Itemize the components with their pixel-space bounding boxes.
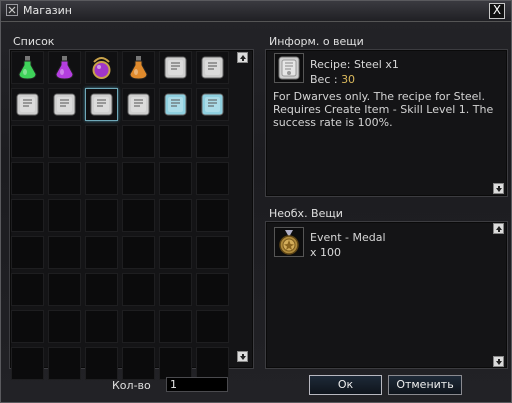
- item-info-label: Информ. о вещи: [269, 35, 364, 48]
- empty-slot: [159, 273, 192, 306]
- recipe-scroll-icon: [53, 93, 76, 116]
- empty-slot: [85, 199, 118, 232]
- empty-slot: [122, 310, 155, 343]
- item-slot[interactable]: [85, 88, 118, 121]
- empty-slot: [11, 310, 44, 343]
- empty-slot: [159, 199, 192, 232]
- purple-potion-icon: [55, 56, 74, 80]
- empty-slot: [159, 310, 192, 343]
- recipe-scroll-icon: [278, 56, 300, 80]
- ok-button[interactable]: Ок: [309, 375, 382, 395]
- empty-slot: [196, 273, 229, 306]
- item-slot[interactable]: [11, 51, 44, 84]
- title-bar[interactable]: Магазин X: [1, 1, 511, 22]
- empty-slot: [48, 310, 81, 343]
- empty-slot: [11, 162, 44, 195]
- empty-slot: [122, 162, 155, 195]
- empty-slot: [196, 162, 229, 195]
- item-slot[interactable]: [196, 88, 229, 121]
- empty-slot: [159, 347, 192, 380]
- shop-window: Магазин X Список Информ. о вещи Recipe: …: [0, 0, 512, 403]
- empty-slot: [85, 310, 118, 343]
- required-scroll-down-button[interactable]: [493, 356, 504, 367]
- required-item-count: x 100: [310, 246, 342, 259]
- empty-slot: [48, 236, 81, 269]
- item-slot[interactable]: [196, 51, 229, 84]
- empty-slot: [48, 273, 81, 306]
- weight-label: Вес :: [310, 73, 342, 86]
- empty-slot: [11, 273, 44, 306]
- close-button[interactable]: X: [489, 3, 505, 19]
- empty-slot: [159, 162, 192, 195]
- item-slot[interactable]: [11, 88, 44, 121]
- empty-slot: [11, 199, 44, 232]
- list-scroll-down-button[interactable]: [237, 351, 248, 362]
- item-slot[interactable]: [122, 88, 155, 121]
- empty-slot: [159, 125, 192, 158]
- selected-item-weight: Вес : 30: [310, 73, 355, 86]
- empty-slot: [85, 236, 118, 269]
- empty-slot: [196, 310, 229, 343]
- blue-recipe-scroll-icon: [164, 93, 187, 116]
- empty-slot: [196, 347, 229, 380]
- recipe-scroll-icon: [201, 56, 224, 79]
- empty-slot: [196, 236, 229, 269]
- quantity-label: Кол-во: [112, 379, 151, 392]
- item-slot[interactable]: [85, 51, 118, 84]
- recipe-scroll-icon: [16, 93, 39, 116]
- empty-slot: [11, 125, 44, 158]
- empty-slot: [122, 125, 155, 158]
- selected-item-icon-box: [274, 53, 304, 83]
- required-items-label: Необх. Вещи: [269, 207, 343, 220]
- item-slot[interactable]: [48, 51, 81, 84]
- quantity-input[interactable]: [166, 377, 228, 392]
- item-slot[interactable]: [48, 88, 81, 121]
- empty-slot: [85, 162, 118, 195]
- window-menu-icon: [6, 4, 18, 16]
- selected-item-name: Recipe: Steel x1: [310, 58, 399, 71]
- empty-slot: [196, 199, 229, 232]
- required-item-icon-box: [274, 227, 304, 257]
- required-item-name: Event - Medal: [310, 231, 386, 244]
- empty-slot: [159, 236, 192, 269]
- recipe-scroll-icon: [164, 56, 187, 79]
- medal-icon: [279, 230, 299, 255]
- empty-slot: [122, 347, 155, 380]
- empty-slot: [48, 199, 81, 232]
- orange-potion-icon: [129, 56, 148, 80]
- item-slot[interactable]: [122, 51, 155, 84]
- empty-slot: [85, 273, 118, 306]
- purple-jewel-icon: [92, 57, 111, 79]
- item-slot[interactable]: [159, 88, 192, 121]
- item-slot[interactable]: [159, 51, 192, 84]
- empty-slot: [11, 236, 44, 269]
- cancel-button[interactable]: Отменить: [388, 375, 462, 395]
- empty-slot: [122, 199, 155, 232]
- empty-slot: [48, 347, 81, 380]
- list-scroll-up-button[interactable]: [237, 52, 248, 63]
- empty-slot: [196, 125, 229, 158]
- required-scroll-up-button[interactable]: [493, 223, 504, 234]
- window-title: Магазин: [23, 4, 72, 17]
- list-label: Список: [13, 35, 55, 48]
- recipe-scroll-icon: [90, 93, 113, 116]
- empty-slot: [122, 236, 155, 269]
- item-description: For Dwarves only. The recipe for Steel. …: [273, 90, 494, 129]
- blue-recipe-scroll-icon: [201, 93, 224, 116]
- empty-slot: [85, 125, 118, 158]
- empty-slot: [11, 347, 44, 380]
- green-potion-icon: [18, 56, 37, 80]
- empty-slot: [48, 125, 81, 158]
- recipe-scroll-icon: [127, 93, 150, 116]
- empty-slot: [48, 162, 81, 195]
- weight-value: 30: [341, 73, 356, 86]
- info-scroll-down-button[interactable]: [493, 183, 504, 194]
- empty-slot: [85, 347, 118, 380]
- empty-slot: [122, 273, 155, 306]
